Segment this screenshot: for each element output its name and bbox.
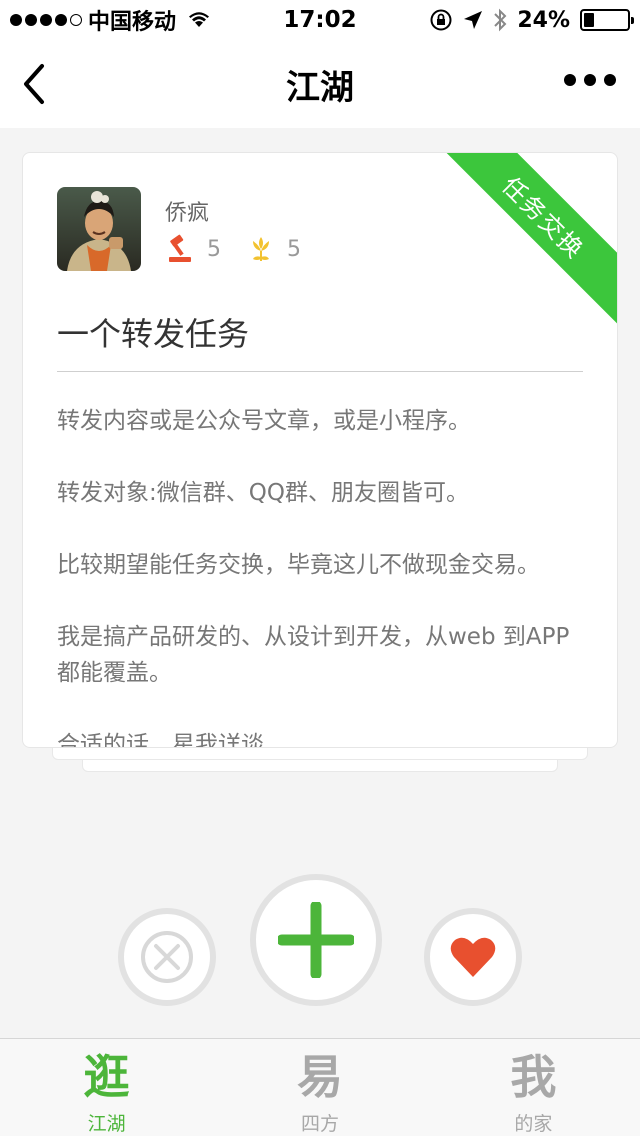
tab-icon-dejia: 我	[510, 1050, 557, 1104]
tab-icon-sifang: 易	[296, 1050, 343, 1104]
battery-percent: 24%	[517, 7, 570, 33]
hammer-stat: 5	[165, 233, 221, 265]
user-stats: 5 5	[165, 233, 325, 265]
tab-sifang[interactable]: 易 四方	[213, 1039, 426, 1136]
task-type-ribbon: 任务交换	[435, 153, 617, 326]
flower-stat: 5	[245, 233, 301, 265]
hammer-icon	[169, 234, 191, 262]
location-arrow-icon	[464, 11, 483, 29]
description-paragraph: 转发对象:微信群、QQ群、朋友圈皆可。	[57, 480, 469, 506]
user-avatar[interactable]	[57, 187, 141, 271]
tab-dejia[interactable]: 我 的家	[427, 1039, 640, 1136]
description-paragraph: 转发内容或是公众号文章，或是小程序。	[57, 408, 471, 434]
username[interactable]: 侨疯	[165, 195, 209, 227]
plus-icon	[278, 902, 354, 978]
battery-fill	[584, 13, 595, 27]
description-paragraph: 我是搞产品研发的、从设计到开发，从web 到APP都能覆盖。	[57, 624, 570, 686]
status-bar: 中国移动 17:02 24%	[0, 0, 640, 40]
tab-icon-jianghu: 逛	[83, 1050, 130, 1104]
flower-icon	[253, 237, 269, 261]
heart-icon	[450, 937, 496, 977]
description-paragraph: 合适的话，星我详谈	[57, 732, 264, 747]
description-paragraph: 比较期望能任务交换，毕竟这儿不做现金交易。	[57, 552, 540, 578]
signal-strength-icon	[10, 14, 82, 26]
page-title: 江湖	[286, 67, 354, 108]
task-title: 一个转发任务	[57, 315, 250, 353]
bluetooth-icon	[494, 8, 507, 32]
back-arrow-icon[interactable]	[18, 62, 52, 106]
task-card[interactable]: 任务交换 侨疯 5 5 一个转发任务 转发内容或是公众号文章，或是小程序。 转发…	[22, 152, 618, 748]
tab-jianghu[interactable]: 逛 江湖	[0, 1039, 213, 1136]
title-divider	[57, 371, 583, 372]
add-task-button[interactable]	[250, 874, 382, 1006]
dislike-button[interactable]	[118, 908, 216, 1006]
tab-label-jianghu: 江湖	[87, 1113, 126, 1135]
tab-label-dejia: 的家	[514, 1113, 553, 1135]
task-description: 转发内容或是公众号文章，或是小程序。 转发对象:微信群、QQ群、朋友圈皆可。 比…	[57, 403, 587, 747]
flower-count: 5	[287, 236, 301, 262]
close-icon	[141, 931, 193, 983]
rotation-lock-icon	[430, 9, 452, 31]
hammer-count: 5	[207, 236, 221, 262]
carrier-name: 中国移动	[88, 10, 177, 35]
navigation-bar: 江湖	[0, 40, 640, 128]
battery-icon	[580, 9, 634, 31]
wifi-icon	[189, 12, 210, 27]
bottom-tab-bar: 逛 江湖 易 四方 我 的家	[0, 1038, 640, 1136]
tab-label-sifang: 四方	[300, 1113, 339, 1135]
like-button[interactable]	[424, 908, 522, 1006]
more-options-icon[interactable]	[564, 74, 616, 86]
